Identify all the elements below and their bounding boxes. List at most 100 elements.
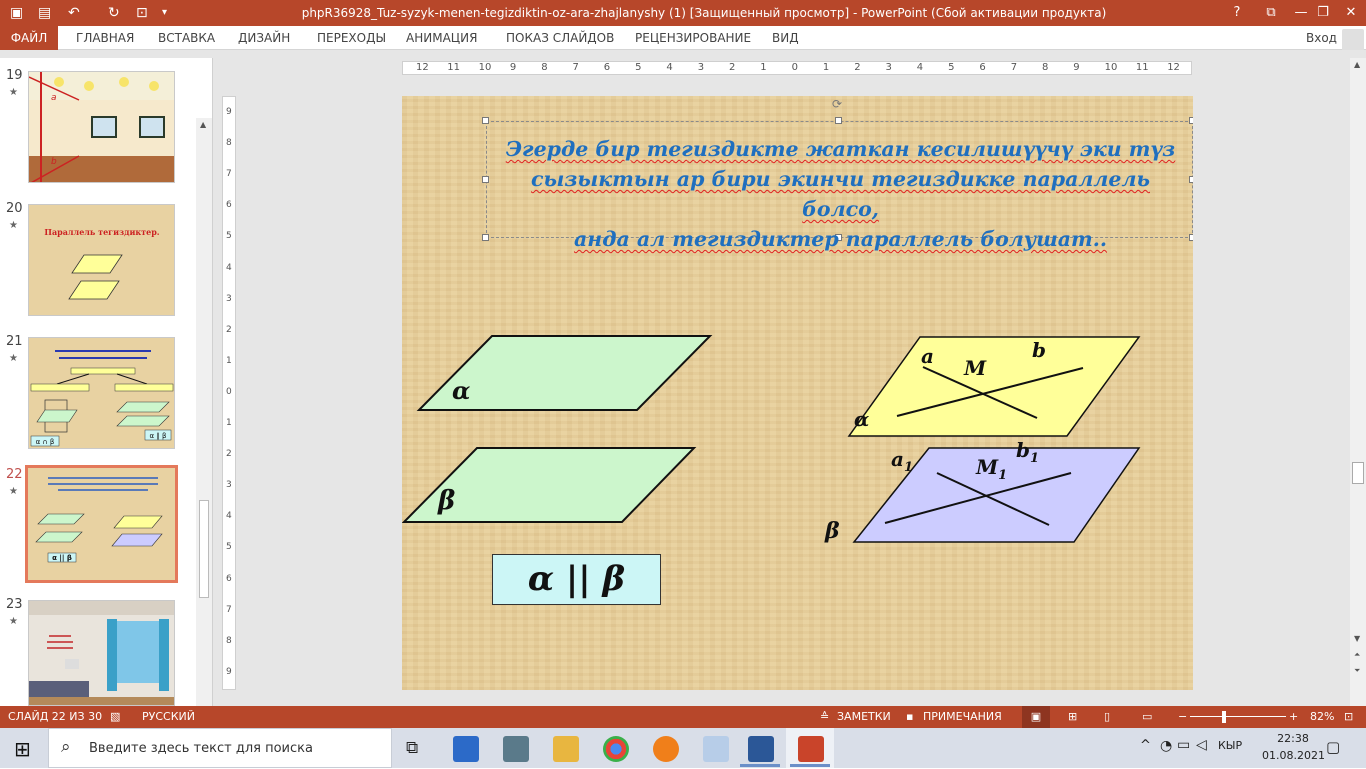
redo-icon[interactable]: ↻ <box>108 3 120 23</box>
chrome-icon[interactable] <box>603 736 629 762</box>
ruler-tick-label: 11 <box>447 62 461 73</box>
status-bar: СЛАЙД 22 ИЗ 30 ▧ РУССКИЙ ≙ ЗАМЕТКИ ▪ ПРИ… <box>0 706 1366 728</box>
zoom-slider-track[interactable] <box>1190 716 1286 717</box>
file-explorer-icon[interactable] <box>553 736 579 762</box>
thumb-number: 23 <box>6 597 23 612</box>
tab-review[interactable]: РЕЦЕНЗИРОВАНИЕ <box>635 26 751 50</box>
avast-icon[interactable] <box>653 736 679 762</box>
slide-sorter-icon[interactable]: ⊞ <box>1068 706 1077 728</box>
ruler-tick-label: 4 <box>226 262 232 273</box>
ruler-tick-label: 7 <box>572 62 579 73</box>
windows-start-icon[interactable]: ⊞ <box>14 737 31 761</box>
word-active-indicator <box>740 764 780 767</box>
label-a: a <box>921 344 934 368</box>
ruler-tick-label: 4 <box>226 511 232 522</box>
ruler-tick-label: 5 <box>226 542 232 553</box>
search-placeholder: Введите здесь текст для поиска <box>89 741 313 756</box>
thumbnails-scrollbar[interactable]: ▲ ▼ <box>196 118 212 762</box>
window-title: phpR36928_Tuz-syzyk-menen-tegizdiktin-oz… <box>301 6 1107 20</box>
save-icon[interactable]: ▤ <box>38 3 51 23</box>
sign-in-link[interactable]: Вход <box>1306 26 1337 50</box>
input-language[interactable]: КЫР <box>1218 739 1242 752</box>
next-slide-icon[interactable]: ⏷ <box>1354 666 1360 676</box>
slideshow-view-icon[interactable]: ▭ <box>1142 706 1152 728</box>
thumbnail-slide-20[interactable]: Параллель тегиздиктер. <box>28 204 175 316</box>
thumbnail-19-image: a b <box>29 72 174 182</box>
ribbon-display-icon[interactable]: ⧉ <box>1254 0 1288 26</box>
taskbar-clock[interactable]: 22:38 01.08.2021 <box>1262 730 1325 764</box>
thumb-21-label-2: α ∩ β <box>36 438 55 446</box>
scroll-down-icon[interactable]: ▼ <box>1354 634 1360 643</box>
start-slideshow-icon[interactable]: ⊡ <box>136 3 148 23</box>
ruler-tick-label: 7 <box>1010 62 1018 73</box>
scroll-up-icon[interactable]: ▲ <box>1354 60 1360 69</box>
comments-icon[interactable]: ▪ <box>906 706 913 728</box>
action-center-icon[interactable]: ▢ <box>1326 738 1340 756</box>
ruler-tick-label: 3 <box>226 293 232 304</box>
slide-canvas[interactable]: ⟳ Эгерде бир тегиздикте жаткан кесилишүү… <box>402 96 1193 690</box>
tab-transitions[interactable]: ПЕРЕХОДЫ <box>317 26 386 50</box>
tab-animation[interactable]: АНИМАЦИЯ <box>406 26 477 50</box>
tab-home[interactable]: ГЛАВНАЯ <box>76 26 134 50</box>
task-view-icon[interactable]: ⧉ <box>406 738 418 758</box>
zoom-level[interactable]: 82% <box>1310 706 1334 728</box>
thumbnails-scroll-thumb[interactable] <box>199 500 209 598</box>
tab-insert[interactable]: ВСТАВКА <box>158 26 215 50</box>
animation-star-icon: ★ <box>9 353 18 364</box>
previous-slide-icon[interactable]: ⏶ <box>1354 650 1360 660</box>
thumb-label-b: b <box>51 157 57 167</box>
ruler-tick-label: 4 <box>916 62 924 73</box>
ribbon-tabs: ФАЙЛ ГЛАВНАЯ ВСТАВКА ДИЗАЙН ПЕРЕХОДЫ АНИ… <box>0 26 1366 51</box>
battery-icon[interactable]: ▭ <box>1177 737 1190 753</box>
ruler-tick-label: 12 <box>1167 62 1180 73</box>
store-icon[interactable] <box>453 736 479 762</box>
thumbnail-slide-23[interactable] <box>28 600 175 706</box>
tray-overflow-icon[interactable]: ^ <box>1140 738 1151 753</box>
thumb-number: 20 <box>6 201 23 216</box>
slide-scrollbar[interactable]: ▲ ▼ ⏶ ⏷ <box>1350 58 1366 706</box>
thumbnail-slide-21[interactable]: α ∩ β α ∥ β <box>28 337 175 449</box>
reading-view-icon[interactable]: ▯ <box>1104 706 1110 728</box>
scroll-up-icon[interactable]: ▲ <box>200 120 206 129</box>
label-alpha-left: α <box>452 376 471 405</box>
label-alpha-right: α <box>854 407 870 431</box>
zoom-in-button[interactable]: + <box>1289 706 1298 728</box>
language-indicator[interactable]: РУССКИЙ <box>142 706 195 728</box>
thumbnail-slide-19[interactable]: a b <box>28 71 175 183</box>
customize-toolbar-icon[interactable]: ▾ <box>162 3 167 23</box>
notes-button[interactable]: ЗАМЕТКИ <box>837 706 891 728</box>
tab-file[interactable]: ФАЙЛ <box>0 26 58 50</box>
label-beta-left: β <box>438 486 456 516</box>
undo-icon[interactable]: ↶ <box>68 3 80 23</box>
slide-scroll-thumb[interactable] <box>1352 462 1364 484</box>
notifications-bell-icon[interactable]: ◔ <box>1160 738 1172 754</box>
zoom-out-button[interactable]: − <box>1178 706 1187 728</box>
word-icon[interactable] <box>748 736 774 762</box>
powerpoint-icon[interactable] <box>798 736 824 762</box>
notes-icon[interactable]: ≙ <box>820 706 829 728</box>
normal-view-icon[interactable]: ▣ <box>1022 706 1050 728</box>
zoom-slider-thumb[interactable] <box>1222 711 1226 723</box>
avatar[interactable] <box>1342 29 1364 51</box>
taskbar-search-box[interactable]: ⌕ Введите здесь текст для поиска <box>48 728 392 768</box>
help-icon[interactable]: ? <box>1220 0 1254 26</box>
tab-slideshow[interactable]: ПОКАЗ СЛАЙДОВ <box>506 26 614 50</box>
tab-view[interactable]: ВИД <box>772 26 799 50</box>
calculator-icon[interactable] <box>503 736 529 762</box>
fit-slide-icon[interactable]: ⊡ <box>1344 706 1353 728</box>
ruler-tick-label: 6 <box>603 62 611 73</box>
speaker-icon[interactable]: ◁ <box>1196 737 1207 753</box>
close-button[interactable]: ✕ <box>1334 0 1366 26</box>
ruler-tick-label: 9 <box>226 107 232 117</box>
parallel-notation-box[interactable]: α || β <box>492 554 661 605</box>
thumb-22-label: α || β <box>52 554 72 563</box>
spellcheck-icon[interactable]: ▧ <box>110 706 120 728</box>
ruler-tick-label: 4 <box>666 62 673 73</box>
comments-button[interactable]: ПРИМЕЧАНИЯ <box>923 706 1002 728</box>
slide-counter: СЛАЙД 22 ИЗ 30 <box>8 710 103 723</box>
clock-time: 22:38 <box>1277 732 1309 745</box>
paint-icon[interactable] <box>703 736 729 762</box>
tab-design[interactable]: ДИЗАЙН <box>238 26 290 50</box>
ruler-tick-label: 12 <box>416 62 429 73</box>
thumbnail-slide-22-selected[interactable]: α || β <box>25 465 178 583</box>
